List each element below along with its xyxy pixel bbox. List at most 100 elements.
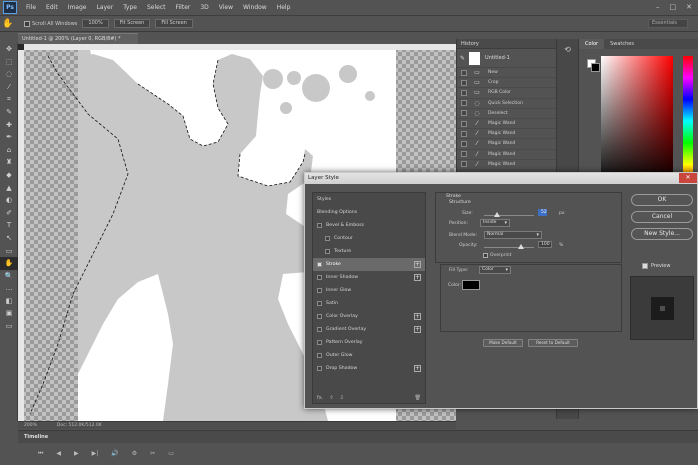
tool-icon[interactable]: … — [0, 282, 18, 295]
first-frame-icon[interactable]: ⏮ — [38, 450, 43, 458]
history-title[interactable]: History — [457, 39, 556, 49]
tool-icon[interactable]: ↖ — [0, 232, 18, 245]
style-checkbox[interactable] — [317, 327, 322, 332]
style-checkbox[interactable] — [325, 236, 330, 241]
fill-type-select[interactable]: Color — [479, 266, 511, 274]
history-panel-icon[interactable]: ⟲ — [561, 45, 575, 54]
history-item[interactable]: ⁄ Magic Wand — [457, 150, 556, 160]
zoom-readout[interactable]: 200% — [24, 422, 37, 429]
dialog-titlebar[interactable]: Layer Style ✕ — [305, 173, 697, 184]
audio-icon[interactable]: 🔊 — [111, 450, 118, 458]
fill-screen-button[interactable]: Fill Screen — [155, 19, 193, 28]
style-item[interactable]: Blending Options — [313, 206, 425, 219]
tool-icon[interactable]: ▲ — [0, 182, 18, 195]
menu-file[interactable]: File — [26, 4, 36, 11]
style-checkbox[interactable] — [317, 288, 322, 293]
hand-tool-icon[interactable]: ✋ — [0, 19, 16, 29]
size-input[interactable]: 52 — [538, 209, 547, 216]
add-instance-icon[interactable]: + — [414, 365, 421, 372]
menu-window[interactable]: Window — [243, 4, 267, 11]
style-item[interactable]: Bevel & Emboss — [313, 219, 425, 232]
style-item[interactable]: Drop Shadow + — [313, 362, 425, 375]
menu-image[interactable]: Image — [68, 4, 87, 11]
history-checkbox[interactable] — [461, 161, 467, 168]
ok-button[interactable]: OK — [631, 194, 693, 206]
maximize-icon[interactable]: □ — [670, 3, 677, 11]
zoom-100-button[interactable]: 100% — [82, 19, 109, 28]
tool-icon[interactable]: ⌂ — [0, 144, 18, 157]
tool-icon[interactable]: ⁄ — [0, 81, 18, 94]
tool-icon[interactable]: ◧ — [0, 295, 18, 308]
history-item[interactable]: ⁄ Magic Wand — [457, 119, 556, 130]
split-icon[interactable]: ✂ — [150, 450, 155, 458]
history-checkbox[interactable] — [461, 100, 467, 107]
history-item[interactable]: ⁄ Magic Wand — [457, 139, 556, 150]
position-select[interactable]: Inside — [480, 219, 510, 227]
size-slider-knob[interactable] — [494, 212, 500, 217]
history-item[interactable]: ⁄ Magic Wand — [457, 160, 556, 170]
color-spectrum[interactable] — [601, 56, 673, 186]
fit-screen-button[interactable]: Fit Screen — [113, 19, 151, 28]
blend-mode-select[interactable]: Normal — [484, 231, 542, 239]
stroke-color-swatch[interactable] — [462, 280, 480, 290]
style-checkbox[interactable] — [317, 301, 322, 306]
style-checkbox[interactable] — [317, 340, 322, 345]
tool-icon[interactable]: ⬚ — [0, 56, 18, 69]
prev-frame-icon[interactable]: ◀ — [56, 450, 61, 458]
tool-icon[interactable]: ✚ — [0, 119, 18, 132]
close-icon[interactable]: ✕ — [679, 173, 697, 183]
menu-edit[interactable]: Edit — [46, 4, 58, 11]
make-default-button[interactable]: Make Default — [483, 339, 523, 347]
style-checkbox[interactable] — [317, 353, 322, 358]
tool-icon[interactable]: ♜ — [0, 156, 18, 169]
add-instance-icon[interactable]: + — [414, 274, 421, 281]
scroll-all-windows-checkbox[interactable]: Scroll All Windows — [24, 20, 77, 27]
tool-icon[interactable]: ✐ — [0, 207, 18, 220]
tool-icon[interactable]: ◐ — [0, 194, 18, 207]
reset-default-button[interactable]: Reset to Default — [528, 339, 578, 347]
tool-icon[interactable]: T — [0, 219, 18, 232]
tool-icon[interactable]: ▣ — [0, 307, 18, 320]
opacity-slider-knob[interactable] — [518, 244, 524, 249]
style-item[interactable]: Texture — [313, 245, 425, 258]
menu-type[interactable]: Type — [123, 4, 137, 11]
move-down-icon[interactable]: ⇩ — [340, 395, 344, 401]
play-icon[interactable]: ▶ — [74, 450, 79, 458]
close-icon[interactable]: ✕ — [686, 3, 692, 11]
history-item[interactable]: ◌ Quick Selection — [457, 99, 556, 109]
style-item[interactable]: Gradient Overlay + — [313, 323, 425, 336]
history-checkbox[interactable] — [461, 89, 467, 96]
style-item[interactable]: Pattern Overlay — [313, 336, 425, 349]
menu-layer[interactable]: Layer — [96, 4, 113, 11]
history-item[interactable]: ◌ Deselect — [457, 109, 556, 119]
preview-checkbox[interactable]: Preview — [642, 263, 670, 269]
new-style-button[interactable]: New Style... — [631, 228, 693, 240]
tool-icon[interactable]: ✎ — [0, 106, 18, 119]
style-item[interactable]: Outer Glow — [313, 349, 425, 362]
style-checkbox[interactable] — [317, 262, 322, 267]
history-checkbox[interactable] — [461, 140, 467, 147]
add-instance-icon[interactable]: + — [414, 326, 421, 333]
tool-icon[interactable]: ✒ — [0, 131, 18, 144]
style-item[interactable]: Contour — [313, 232, 425, 245]
history-item[interactable]: ▭ Crop — [457, 78, 556, 89]
add-instance-icon[interactable]: + — [414, 261, 421, 268]
minimize-icon[interactable]: – — [656, 3, 660, 11]
tab-swatches[interactable]: Swatches — [604, 39, 640, 49]
hue-slider[interactable] — [683, 56, 693, 186]
tool-icon[interactable]: ✋ — [0, 257, 18, 270]
history-checkbox[interactable] — [461, 69, 467, 76]
style-checkbox[interactable] — [325, 249, 330, 254]
style-item[interactable]: Stroke + — [313, 258, 425, 271]
style-checkbox[interactable] — [317, 275, 322, 280]
transition-icon[interactable]: ▭ — [168, 450, 174, 458]
style-item[interactable]: Styles — [313, 193, 425, 206]
document-tab[interactable]: Untitled-1 @ 200% (Layer 0, RGB/8#) * — [18, 33, 138, 44]
trash-icon[interactable]: 🗑 — [415, 395, 421, 401]
settings-icon[interactable]: ⚙ — [132, 450, 137, 458]
style-item[interactable]: Satin — [313, 297, 425, 310]
menu-help[interactable]: Help — [277, 4, 291, 11]
size-slider[interactable] — [484, 215, 534, 216]
overprint-checkbox[interactable]: Overprint — [483, 253, 511, 258]
menu-3d[interactable]: 3D — [200, 4, 208, 11]
